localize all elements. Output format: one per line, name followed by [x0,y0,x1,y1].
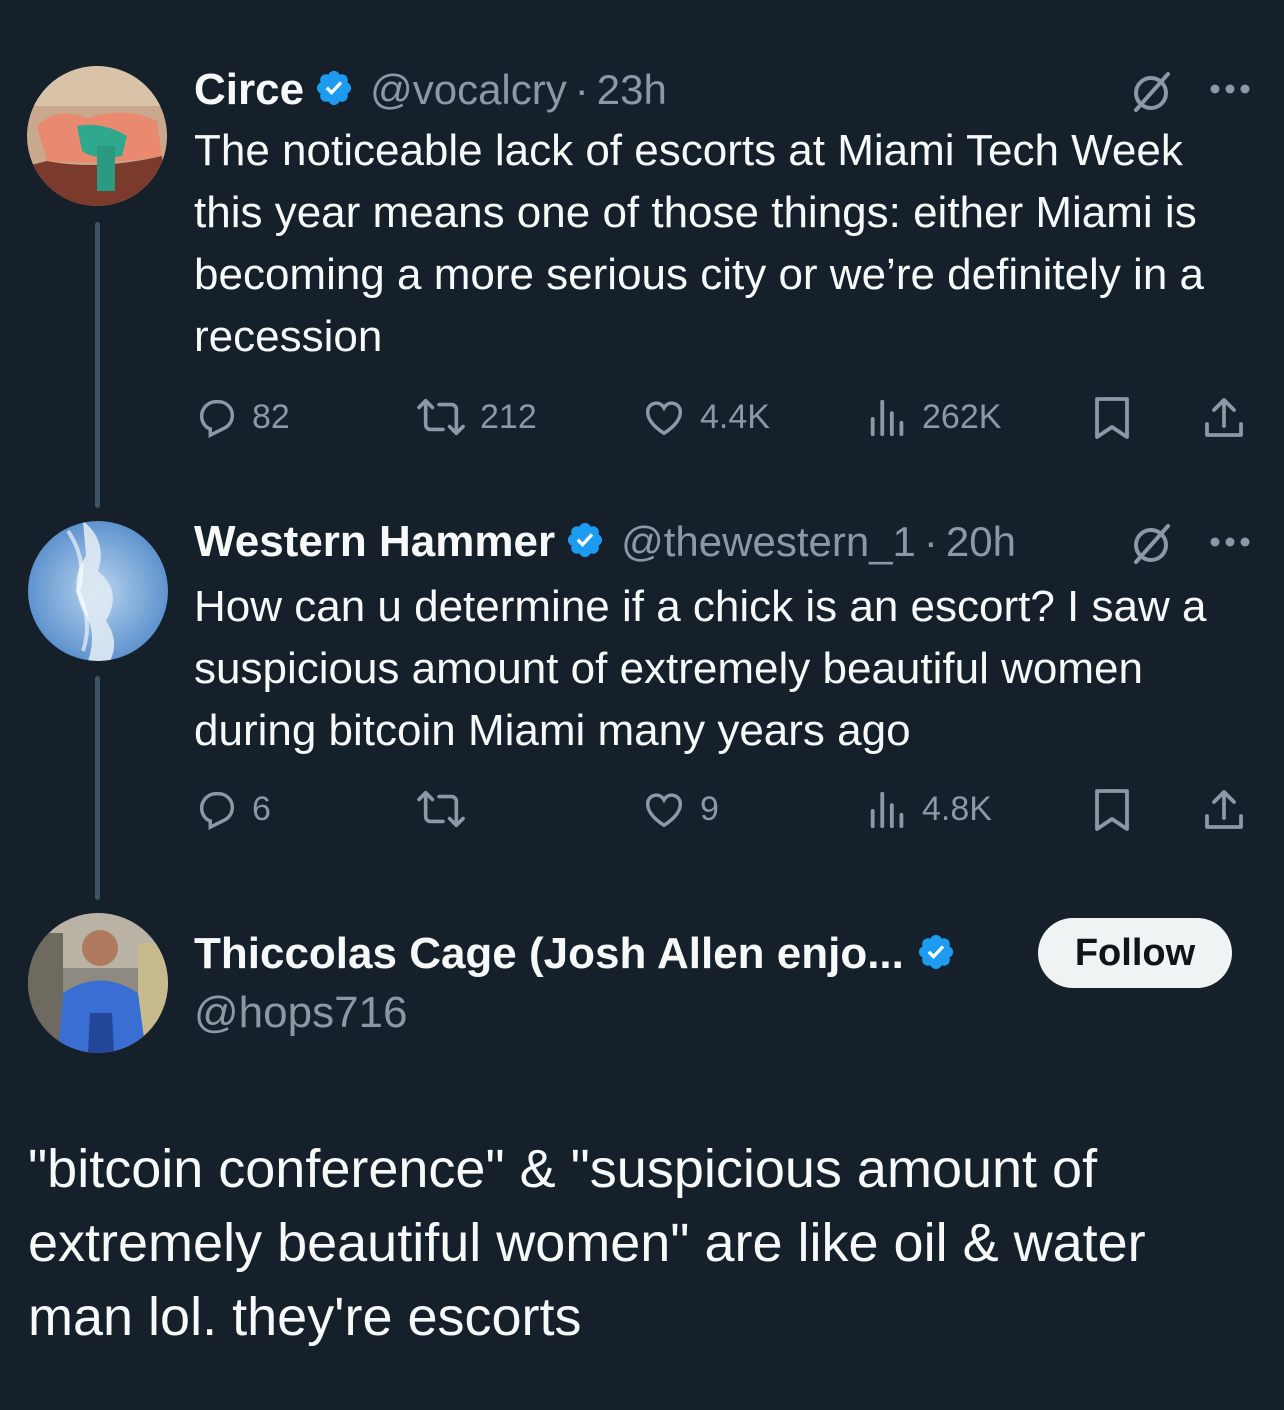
main-tweet-text: "bitcoin conference" & "suspicious amoun… [28,1139,1146,1347]
reply-button[interactable]: 82 [194,394,290,440]
like-icon [645,401,683,436]
bookmark-icon[interactable] [1092,786,1132,839]
avatar-circe[interactable] [27,66,167,206]
like-button[interactable]: 4.4K [640,394,770,440]
reply-button[interactable]: 6 [194,786,271,832]
like-icon [645,793,683,828]
like-button[interactable]: 9 [640,786,719,832]
thread-line [95,222,100,508]
reply-icon [199,791,235,831]
main-handle[interactable]: @hops716 [194,988,408,1038]
thread-line [95,676,100,900]
tweet-2-time[interactable]: 20h [946,518,1016,566]
views-button[interactable]: 4.8K [866,786,992,832]
views-count: 4.8K [922,789,992,828]
grok-icon[interactable] [1128,520,1174,571]
tweet-1-header: Circe @vocalcry · 23h [194,62,667,118]
bookmark-icon[interactable] [1092,394,1132,447]
verified-badge-icon [916,932,956,977]
tweet-1-handle[interactable]: @vocalcry [370,66,567,114]
retweet-button[interactable] [414,786,480,832]
grok-icon[interactable] [1128,68,1174,119]
verified-badge-icon [565,520,605,565]
views-count: 262K [922,397,1002,436]
retweet-count: 212 [480,397,537,436]
retweet-icon [417,790,465,828]
avatar-thiccolas-cage[interactable] [28,913,168,1053]
tweet-1-text: The noticeable lack of escorts at Miami … [194,126,1205,361]
tweet-2-handle[interactable]: @thewestern_1 [621,518,916,566]
tweet-2-header: Western Hammer @thewestern_1 · 20h [194,514,1016,570]
more-icon[interactable] [1208,82,1252,101]
views-icon [870,791,904,829]
tweet-1-author-name[interactable]: Circe [194,65,304,115]
avatar-western-hammer[interactable] [28,521,168,661]
retweet-button[interactable]: 212 [414,394,537,440]
follow-button[interactable]: Follow [1038,918,1232,988]
views-icon [870,399,904,437]
main-author-row: Thiccolas Cage (Josh Allen enjo... [194,926,956,982]
reply-count: 82 [252,397,290,436]
reply-icon [199,399,235,439]
main-author-name[interactable]: Thiccolas Cage (Josh Allen enjo... [194,929,904,979]
like-count: 9 [700,789,719,828]
separator-dot: · [923,518,938,565]
tweet-1-time[interactable]: 23h [597,66,667,114]
like-count: 4.4K [700,397,770,436]
retweet-icon [417,398,465,436]
more-icon[interactable] [1208,535,1252,554]
verified-badge-icon [314,68,354,113]
tweet-2-text: How can u determine if a chick is an esc… [194,582,1207,755]
reply-count: 6 [252,789,271,828]
views-button[interactable]: 262K [866,394,1001,440]
separator-dot: · [574,66,589,113]
share-icon[interactable] [1200,394,1248,447]
share-icon[interactable] [1200,786,1248,839]
tweet-2-author-name[interactable]: Western Hammer [194,517,555,567]
